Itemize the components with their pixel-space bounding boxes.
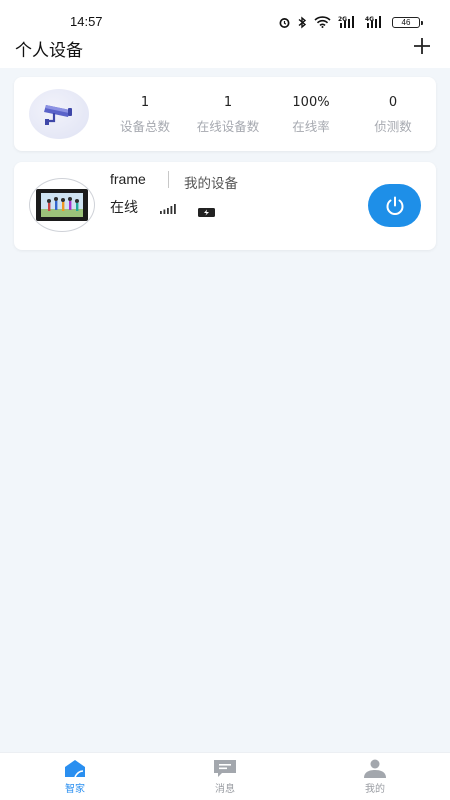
tab-label: 我的 — [365, 784, 385, 795]
status-icons: 2G 4G 46 — [278, 15, 423, 29]
cell-signal-2g-icon: 2G — [338, 16, 358, 28]
header: 个人设备 — [0, 34, 450, 68]
camera-badge — [29, 89, 89, 139]
stat-value: 100% — [292, 95, 330, 110]
stat-total-devices: 1 设备总数 — [100, 95, 190, 135]
tab-label: 消息 — [215, 784, 235, 795]
stat-label: 设备总数 — [119, 119, 170, 134]
bluetooth-icon — [298, 16, 307, 29]
status-bar: 14:57 2G 4G 46 — [0, 0, 450, 34]
tab-profile[interactable]: 我的 — [335, 759, 415, 795]
tab-home[interactable]: 智家 — [35, 759, 115, 795]
tab-messages[interactable]: 消息 — [185, 759, 265, 795]
stat-value: 1 — [140, 95, 150, 110]
add-device-button[interactable] — [412, 36, 432, 56]
stat-online-rate: 100% 在线率 — [266, 95, 356, 135]
message-icon — [214, 760, 236, 777]
profile-icon — [364, 759, 386, 778]
status-time: 14:57 — [70, 14, 103, 29]
stat-detections: 0 侦测数 — [348, 95, 438, 135]
stat-value: 0 — [388, 95, 398, 110]
bottom-tab-bar: 智家 消息 我的 — [0, 752, 450, 800]
photo-frame-icon — [36, 189, 88, 221]
signal-strength-icon — [160, 199, 178, 218]
power-icon — [386, 196, 403, 215]
charging-battery-icon — [198, 202, 216, 221]
device-thumbnail — [29, 178, 95, 232]
stat-label: 侦测数 — [374, 119, 412, 134]
power-button[interactable] — [368, 184, 421, 227]
device-status: 在线 — [110, 200, 138, 216]
page-title: 个人设备 — [15, 41, 83, 61]
home-icon — [65, 760, 85, 778]
stat-value: 1 — [223, 95, 233, 110]
stat-online-devices: 1 在线设备数 — [183, 95, 273, 135]
plus-icon — [414, 38, 430, 54]
device-name: frame — [110, 171, 146, 187]
tab-label: 智家 — [65, 784, 85, 795]
cell-signal-4g-icon: 4G — [365, 16, 385, 28]
alarm-icon — [278, 16, 291, 29]
stat-label: 在线设备数 — [196, 119, 260, 134]
stat-label: 在线率 — [292, 119, 330, 134]
stats-card: 1 设备总数 1 在线设备数 100% 在线率 0 侦测数 — [14, 77, 436, 151]
wifi-icon — [314, 16, 331, 28]
device-card[interactable]: frame 我的设备 在线 — [14, 162, 436, 250]
security-camera-icon — [44, 105, 72, 125]
battery-icon: 46 — [392, 16, 423, 28]
divider — [168, 171, 169, 188]
device-group: 我的设备 — [184, 176, 238, 192]
